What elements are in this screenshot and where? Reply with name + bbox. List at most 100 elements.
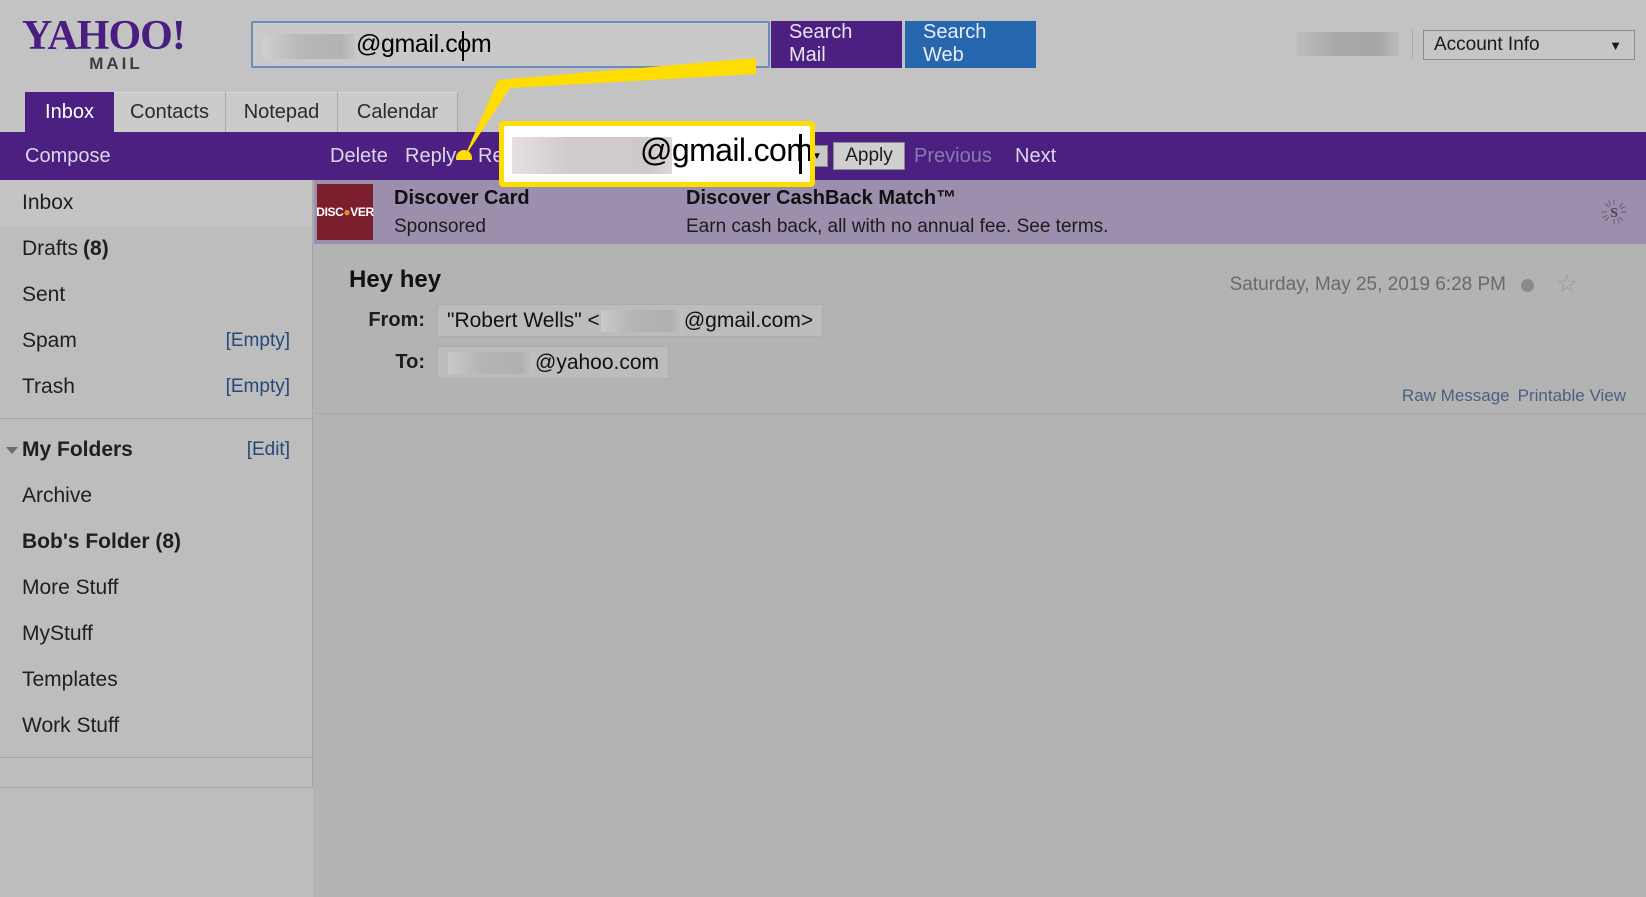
previous-button[interactable]: Previous (914, 132, 992, 180)
sidebar-item-trash[interactable]: Trash [Empty] (0, 364, 312, 410)
sidebar-divider (0, 418, 312, 419)
compose-button[interactable]: Compose (25, 132, 111, 180)
tab-contacts[interactable]: Contacts (114, 92, 226, 132)
tab-inbox[interactable]: Inbox (25, 92, 114, 132)
sidebar-folder-item[interactable]: More Stuff (0, 565, 312, 611)
my-folders-header[interactable]: My Folders [Edit] (0, 427, 312, 473)
sidebar-folder-item[interactable]: Work Stuff (0, 703, 312, 749)
sidebar-folder-item[interactable]: Bob's Folder (8) (0, 519, 312, 565)
discover-logo-part-b: VER (350, 205, 374, 219)
from-row: From: "Robert Wells" < @gmail.com> (349, 304, 824, 337)
ad-advertiser-column: Discover Card Sponsored (394, 187, 530, 238)
search-input-value: @gmail.com (356, 30, 492, 58)
discover-logo-part-a: DISC (316, 205, 344, 219)
disclosure-triangle-icon[interactable] (6, 447, 18, 454)
to-label: To: (395, 351, 425, 373)
search-mail-button[interactable]: Search Mail (771, 21, 902, 68)
message-pane: DISC●VER Discover Card Sponsored Discove… (314, 180, 1646, 897)
ad-sponsored-label: Sponsored (394, 216, 486, 237)
sidebar-folder-label: More Stuff (22, 576, 119, 599)
tab-calendar[interactable]: Calendar (338, 92, 458, 132)
sidebar-item-empty-action[interactable]: [Empty] (226, 330, 290, 352)
message-view-links: Raw Message Printable View (1402, 386, 1626, 406)
sidebar-folder-label: MyStuff (22, 622, 93, 645)
tab-bar: Inbox Contacts Notepad Calendar (0, 92, 1646, 132)
sidebar-folder-label: Templates (22, 668, 118, 691)
delete-button[interactable]: Delete (330, 132, 388, 180)
sidebar-footer (0, 787, 313, 897)
callout-text-cursor (799, 134, 802, 174)
sidebar-item-label: Sent (22, 283, 66, 306)
to-domain: @yahoo.com (535, 350, 660, 374)
zoom-callout: @gmail.com (499, 121, 815, 187)
sidebar-item-spam[interactable]: Spam [Empty] (0, 318, 312, 364)
tab-label: Notepad (243, 101, 320, 123)
from-display-name: "Robert Wells" < (447, 308, 600, 332)
app-header: YAHOO! MAIL @gmail.com Search Mail Searc… (0, 0, 1646, 92)
sidebar-folder-label: Work Stuff (22, 714, 120, 737)
sidebar-item-label: Trash (22, 375, 75, 398)
logo-wordmark: YAHOO! (22, 13, 186, 59)
discover-logo: DISC●VER (316, 184, 374, 240)
sidebar-folder-label: Bob's Folder (8) (22, 530, 181, 553)
next-button[interactable]: Next (1015, 132, 1056, 180)
sidebar-divider-bottom (0, 757, 312, 758)
sidebar-folder-item[interactable]: Templates (0, 657, 312, 703)
tab-notepad[interactable]: Notepad (226, 92, 338, 132)
sidebar-folder-item[interactable]: Archive (0, 473, 312, 519)
to-redacted-localpart (448, 351, 534, 374)
from-label: From: (368, 309, 425, 331)
apply-button[interactable]: Apply (833, 142, 905, 170)
message-body (314, 413, 1646, 897)
my-folders-group: My Folders [Edit] (0, 427, 312, 473)
yahoo-mail-logo: YAHOO! MAIL (22, 13, 186, 77)
search-input[interactable]: @gmail.com (251, 21, 770, 68)
to-row: To: @yahoo.com (349, 346, 670, 379)
sponsored-ad-banner[interactable]: DISC●VER Discover Card Sponsored Discove… (314, 180, 1646, 244)
chevron-down-icon: ▼ (1609, 37, 1622, 53)
tab-label: Contacts (130, 101, 209, 123)
account-info-label: Account Info (1434, 34, 1540, 55)
my-folders-label: My Folders (22, 438, 133, 461)
sidebar-item-empty-action[interactable]: [Empty] (226, 376, 290, 398)
printable-view-link[interactable]: Printable View (1518, 386, 1626, 405)
sidebar-item-label: Spam (22, 329, 77, 352)
sidebar-item-drafts[interactable]: Drafts (8) (0, 226, 312, 272)
tab-label: Inbox (45, 100, 94, 123)
sidebar-item-inbox[interactable]: Inbox (0, 180, 312, 226)
search-web-button[interactable]: Search Web (905, 21, 1036, 68)
to-value: @yahoo.com (437, 346, 670, 379)
from-value: "Robert Wells" < @gmail.com> (437, 304, 824, 337)
unread-dot-icon[interactable] (1521, 279, 1534, 292)
sidebar-item-count: (8) (83, 237, 109, 260)
account-name-redacted (1297, 32, 1399, 56)
edit-folders-link[interactable]: [Edit] (247, 439, 290, 461)
message-subject: Hey hey (349, 266, 442, 293)
star-icon[interactable]: ☆ (1556, 272, 1578, 297)
raw-message-link[interactable]: Raw Message (1402, 386, 1510, 405)
text-cursor (462, 31, 464, 61)
mail-toolbar: Compose Delete Reply Reply All Select Fo… (0, 132, 1646, 180)
sidebar-item-label: Drafts (22, 237, 79, 260)
ad-headline: Discover CashBack Match™ (686, 187, 957, 209)
system-folder-list: Inbox Drafts (8) Sent Spam [Empty] Trash [Empty… (0, 180, 312, 410)
ad-settings-icon[interactable]: S (1600, 198, 1628, 226)
message-timestamp: Saturday, May 25, 2019 6:28 PM (1229, 274, 1506, 295)
user-folder-list: Archive Bob's Folder (8) More Stuff MyStuff… (0, 473, 312, 749)
from-domain: @gmail.com> (683, 308, 814, 332)
ad-copy-column: Discover CashBack Match™ Earn cash back,… (686, 187, 1108, 238)
sidebar-item-sent[interactable]: Sent (0, 272, 312, 318)
reply-button[interactable]: Reply (405, 132, 456, 180)
header-divider (1412, 30, 1413, 58)
sidebar-folder-item[interactable]: MyStuff (0, 611, 312, 657)
sidebar-folder-label: Archive (22, 484, 93, 507)
search-redacted-username (263, 34, 355, 59)
callout-value: @gmail.com (640, 132, 813, 168)
svg-text:S: S (1610, 206, 1618, 221)
ad-body-text: Earn cash back, all with no annual fee. … (686, 216, 1109, 237)
tab-label: Calendar (356, 101, 439, 123)
from-redacted-localpart (600, 309, 683, 332)
account-info-dropdown[interactable]: Account Info ▼ (1423, 30, 1635, 60)
message-header: Hey hey Saturday, May 25, 2019 6:28 PM ☆… (314, 244, 1646, 409)
ad-advertiser-name: Discover Card (394, 187, 530, 209)
